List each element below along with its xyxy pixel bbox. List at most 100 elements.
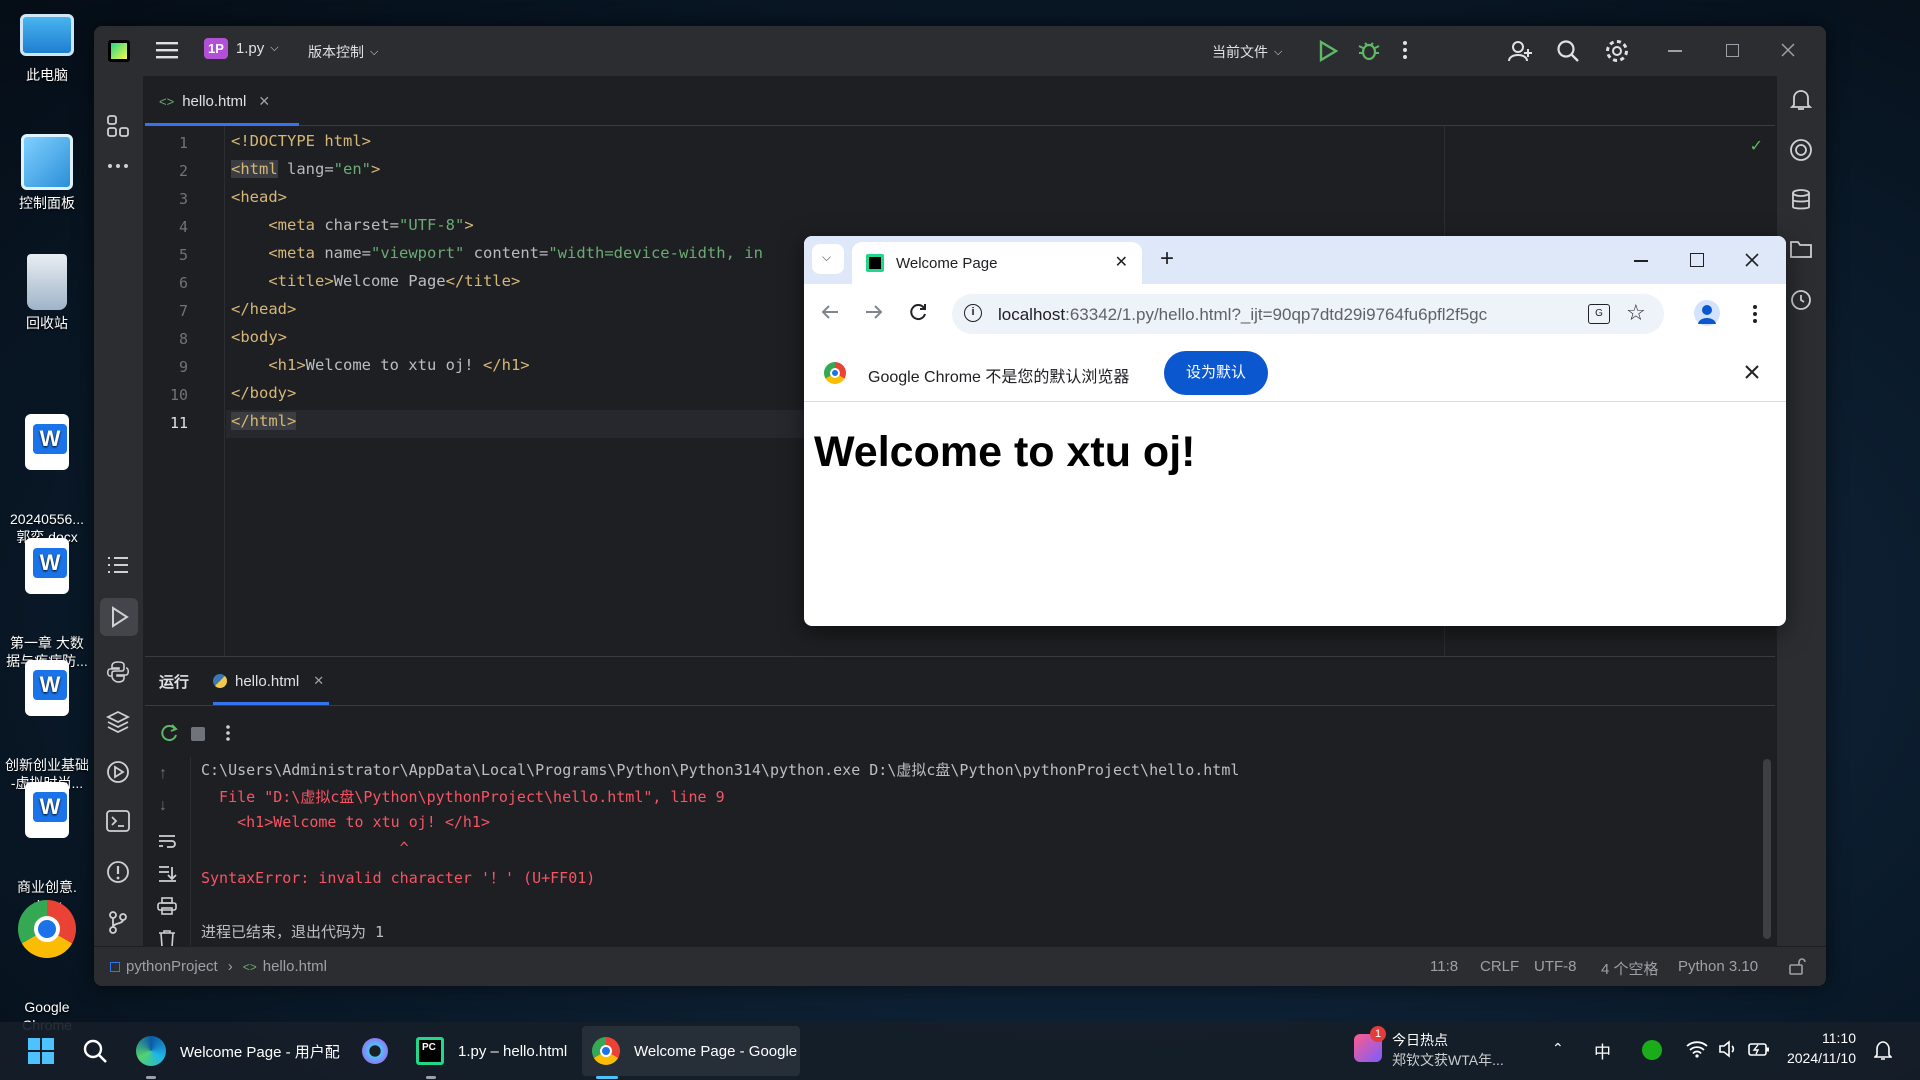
python-interpreter[interactable]: Python 3.10 — [1678, 958, 1758, 975]
history-icon[interactable] — [1789, 288, 1815, 314]
main-menu-icon[interactable] — [156, 40, 178, 60]
run-tab-hello-html[interactable]: hello.html ✕ — [213, 657, 333, 705]
run-side-toolbar: ↑ ↓ — [145, 757, 191, 948]
services-icon[interactable] — [106, 760, 132, 786]
translate-icon[interactable]: G — [1588, 304, 1610, 324]
run-icon[interactable] — [1318, 40, 1338, 62]
chrome-toolbar: i localhost:63342/1.py/hello.html?_ijt=9… — [804, 284, 1786, 344]
notification-bell-icon[interactable] — [1874, 1040, 1892, 1060]
soft-wrap-icon[interactable] — [157, 833, 177, 849]
line-number: 7 — [178, 302, 188, 320]
console-line-error: ^ — [201, 839, 409, 857]
clock-date[interactable]: 2024/11/10 — [1770, 1050, 1856, 1066]
more-tools-icon[interactable] — [106, 162, 132, 188]
battery-icon[interactable] — [1748, 1040, 1770, 1058]
lock-icon[interactable] — [1788, 957, 1806, 975]
debug-icon[interactable] — [1358, 38, 1380, 62]
forward-arrow-icon[interactable] — [864, 302, 884, 322]
minimize-icon[interactable] — [1634, 260, 1648, 262]
search-icon[interactable] — [82, 1038, 108, 1064]
breadcrumb-file[interactable]: hello.html — [263, 958, 327, 975]
vcs-menu[interactable]: 版本控制 ⌵ — [308, 42, 378, 62]
back-arrow-icon[interactable] — [820, 302, 840, 322]
taskbar-app-pycharm[interactable]: PC 1.py – hello.html — [410, 1026, 572, 1076]
terminal-icon[interactable] — [106, 810, 132, 836]
wechat-tray-icon[interactable] — [1642, 1040, 1662, 1060]
close-window-icon[interactable] — [1780, 42, 1796, 58]
minimize-icon[interactable] — [1668, 50, 1682, 52]
browser-tab-welcome-page[interactable]: Welcome Page ✕ — [852, 242, 1142, 284]
breadcrumb-project[interactable]: pythonProject — [126, 958, 218, 975]
problems-icon[interactable] — [106, 860, 132, 886]
more-actions-icon[interactable] — [1402, 40, 1408, 60]
caret-position[interactable]: 11:8 — [1430, 958, 1458, 975]
folder-icon[interactable] — [1789, 238, 1815, 264]
chevron-down-icon: ⌵ — [822, 250, 832, 264]
scroll-to-end-icon[interactable] — [157, 865, 177, 883]
taskbar-app-chrome[interactable]: Welcome Page - Google — [582, 1026, 800, 1076]
clock-time[interactable]: 11:10 — [1786, 1030, 1856, 1046]
git-branch-icon[interactable] — [106, 910, 132, 936]
page-heading: Welcome to xtu oj! — [814, 428, 1196, 476]
close-tab-icon[interactable]: ✕ — [313, 673, 324, 689]
run-config-selector[interactable]: 当前文件 ⌵ — [1212, 42, 1282, 62]
scroll-down-icon[interactable]: ↓ — [159, 797, 167, 815]
news-subtitle[interactable]: 郑钦文获WTA年... — [1392, 1050, 1504, 1070]
new-tab-button[interactable]: + — [1160, 245, 1174, 273]
taskbar-app-edge[interactable]: Welcome Page - 用户配 — [130, 1026, 344, 1076]
add-user-icon[interactable] — [1508, 39, 1532, 63]
reload-icon[interactable] — [908, 302, 928, 322]
inspection-ok-check-icon[interactable]: ✓ — [1750, 136, 1763, 156]
project-selector[interactable]: 1P 1.py ⌵ — [204, 38, 279, 59]
settings-gear-icon[interactable] — [1604, 38, 1630, 64]
stop-icon[interactable] — [191, 727, 205, 741]
chevron-down-icon: ⌵ — [270, 42, 279, 54]
notifications-bell-icon[interactable] — [1789, 88, 1815, 114]
desktop-icon-control-panel[interactable]: 控制面板 — [0, 134, 94, 212]
ai-assistant-icon[interactable] — [1789, 138, 1815, 164]
left-tool-strip — [94, 76, 144, 986]
desktop-icon-this-pc[interactable]: 此电脑 — [0, 10, 94, 84]
file-encoding[interactable]: UTF-8 — [1534, 958, 1577, 975]
windows-start-icon[interactable] — [28, 1038, 54, 1064]
scroll-up-icon[interactable]: ↑ — [159, 765, 167, 783]
maximize-icon[interactable] — [1690, 253, 1704, 267]
close-tab-icon[interactable]: ✕ — [1115, 252, 1128, 272]
chrome-menu-icon[interactable] — [1752, 304, 1758, 324]
news-title[interactable]: 今日热点 — [1392, 1030, 1448, 1050]
line-number-current: 11 — [169, 414, 188, 432]
volume-icon[interactable] — [1718, 1040, 1738, 1058]
line-separator[interactable]: CRLF — [1480, 958, 1519, 975]
close-infobar-icon[interactable] — [1744, 364, 1760, 380]
python-packages-icon[interactable] — [106, 710, 132, 736]
console-scrollbar[interactable] — [1763, 759, 1771, 939]
show-hidden-icons-chevron-icon[interactable]: ⌃ — [1552, 1040, 1564, 1057]
more-options-icon[interactable] — [225, 724, 231, 742]
line-number: 5 — [178, 246, 188, 264]
python-console-icon[interactable] — [106, 660, 132, 686]
address-bar[interactable]: i localhost:63342/1.py/hello.html?_ijt=9… — [952, 294, 1664, 334]
print-icon[interactable] — [157, 897, 177, 915]
rerun-icon[interactable] — [159, 723, 179, 743]
desktop-icon-recycle-bin[interactable]: 回收站 — [0, 254, 94, 332]
database-icon[interactable] — [1789, 188, 1815, 214]
run-tool-icon[interactable] — [100, 598, 138, 636]
editor-tab-hello-html[interactable]: <> hello.html ✕ — [145, 76, 299, 126]
maximize-icon[interactable] — [1726, 44, 1739, 57]
tab-search-button[interactable]: ⌵ — [812, 244, 844, 274]
set-default-button[interactable]: 设为默认 — [1164, 351, 1268, 395]
console-line-error: <h1>Welcome to xtu oj! </h1> — [201, 813, 490, 831]
input-method-indicator[interactable]: 中 — [1594, 1038, 1611, 1063]
site-info-icon[interactable]: i — [964, 304, 982, 322]
close-window-icon[interactable] — [1744, 252, 1760, 268]
taskbar-app-settings[interactable] — [362, 1026, 392, 1076]
project-tool-icon[interactable] — [106, 114, 132, 140]
close-tab-icon[interactable]: ✕ — [258, 93, 270, 110]
bookmark-star-icon[interactable]: ☆ — [1626, 300, 1646, 326]
structure-tool-icon[interactable] — [106, 554, 132, 580]
profile-avatar-icon[interactable] — [1694, 300, 1720, 326]
wifi-icon[interactable] — [1686, 1040, 1708, 1058]
console-line-error: File "D:\虚拟c盘\Python\pythonProject\hello… — [201, 788, 725, 806]
indent-setting[interactable]: 4 个空格 — [1601, 958, 1659, 979]
search-icon[interactable] — [1556, 39, 1580, 63]
